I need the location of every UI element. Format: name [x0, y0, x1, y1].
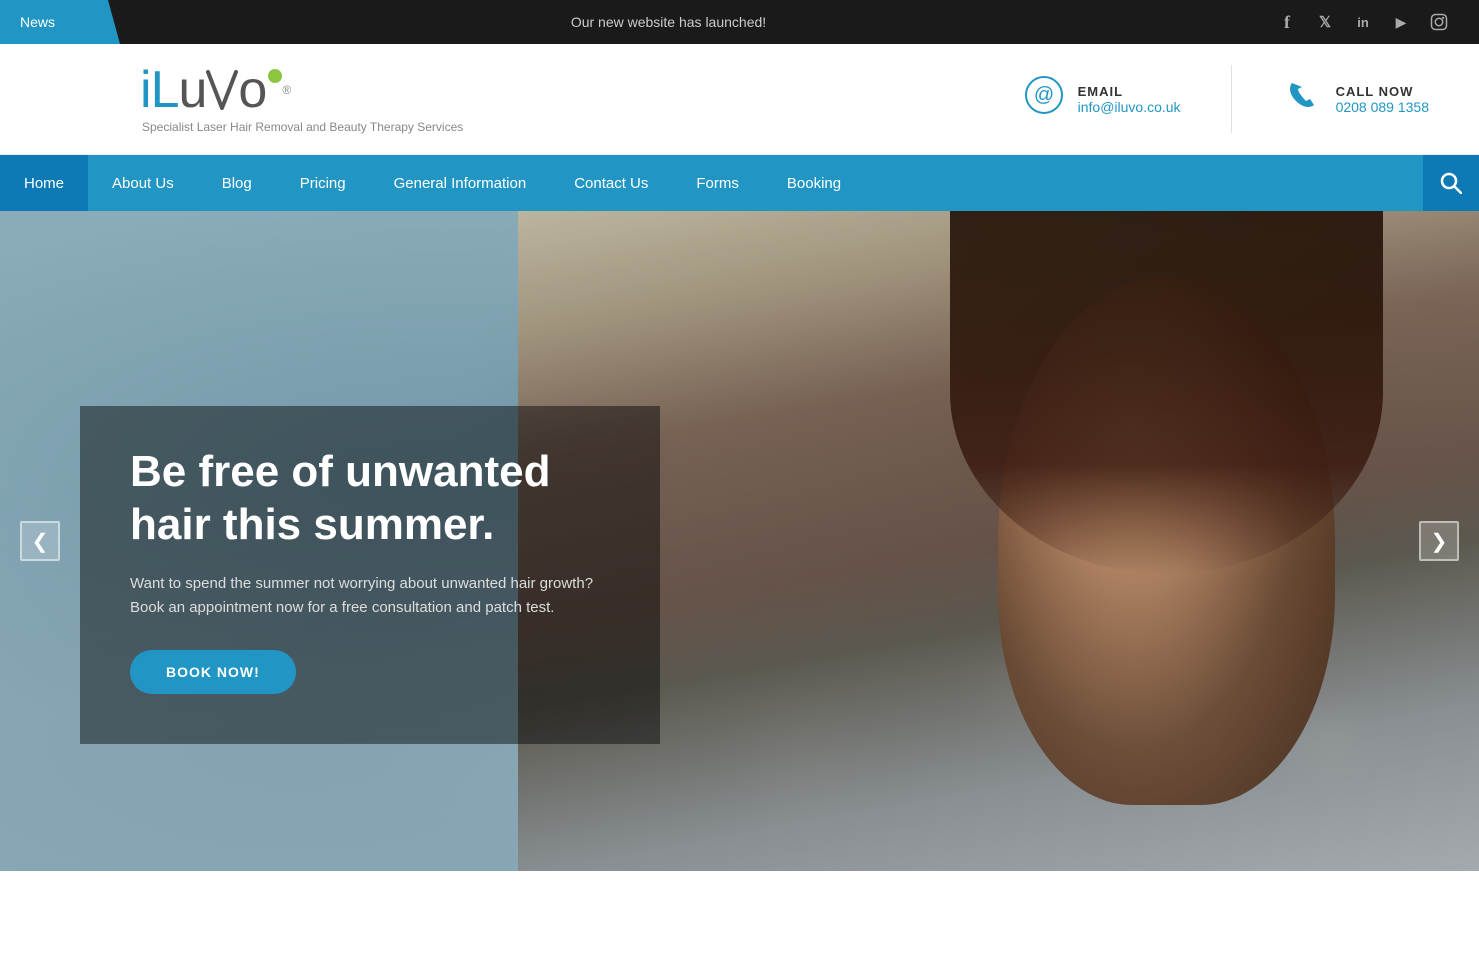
- book-now-button[interactable]: BOOK NOW!: [130, 650, 296, 694]
- logo[interactable]: i L u o ®: [140, 64, 974, 116]
- contact-info: @ EMAIL info@iluvo.co.uk CALL NOW 0208 0…: [974, 65, 1479, 133]
- logo-letter-i: i: [140, 64, 151, 116]
- search-button[interactable]: [1423, 155, 1479, 211]
- facebook-icon[interactable]: f: [1277, 12, 1297, 32]
- phone-value[interactable]: 0208 089 1358: [1336, 99, 1429, 115]
- social-links: f 𝕏 in ▶: [1277, 12, 1479, 32]
- logo-tagline: Specialist Laser Hair Removal and Beauty…: [140, 120, 974, 134]
- nav-blog[interactable]: Blog: [198, 155, 276, 211]
- phone-label: CALL NOW: [1336, 84, 1429, 99]
- phone-icon: [1282, 75, 1322, 123]
- linkedin-icon[interactable]: in: [1353, 12, 1373, 32]
- logo-registered: ®: [282, 84, 290, 96]
- announcement-text: Our new website has launched!: [60, 14, 1277, 30]
- nav-booking[interactable]: Booking: [763, 155, 865, 211]
- hero-section: Be free of unwanted hair this summer. Wa…: [0, 211, 1479, 871]
- news-tab[interactable]: News: [0, 0, 120, 44]
- nav-about-us[interactable]: About Us: [88, 155, 198, 211]
- site-header: i L u o ® Specialist Laser Hair Removal …: [0, 44, 1479, 155]
- phone-contact: CALL NOW 0208 089 1358: [1232, 65, 1479, 133]
- news-label: News: [20, 14, 55, 30]
- hero-title: Be free of unwanted hair this summer.: [130, 446, 610, 552]
- email-contact: @ EMAIL info@iluvo.co.uk: [974, 65, 1232, 133]
- logo-dot: [268, 69, 282, 83]
- hero-person-area: [518, 211, 1479, 871]
- top-bar: News Our new website has launched! f 𝕏 i…: [0, 0, 1479, 44]
- hero-next-button[interactable]: ❯: [1419, 521, 1459, 561]
- nav-pricing[interactable]: Pricing: [276, 155, 370, 211]
- hero-content-box: Be free of unwanted hair this summer. Wa…: [80, 406, 660, 744]
- hero-subtitle: Want to spend the summer not worrying ab…: [130, 572, 610, 620]
- nav-contact-us[interactable]: Contact Us: [550, 155, 672, 211]
- hero-prev-button[interactable]: ❮: [20, 521, 60, 561]
- nav-general-information[interactable]: General Information: [370, 155, 551, 211]
- nav-forms[interactable]: Forms: [672, 155, 763, 211]
- logo-letter-u: u: [178, 64, 206, 116]
- svg-text:@: @: [1033, 84, 1053, 106]
- email-icon: @: [1024, 75, 1064, 123]
- instagram-icon[interactable]: [1429, 12, 1449, 32]
- email-label: EMAIL: [1078, 84, 1181, 99]
- logo-letter-v: [206, 64, 238, 116]
- youtube-icon[interactable]: ▶: [1391, 12, 1411, 32]
- main-navigation: Home About Us Blog Pricing General Infor…: [0, 155, 1479, 211]
- logo-letter-L: L: [151, 64, 179, 116]
- email-value[interactable]: info@iluvo.co.uk: [1078, 99, 1181, 115]
- logo-letter-o: o: [238, 64, 266, 116]
- nav-home[interactable]: Home: [0, 155, 88, 211]
- twitter-icon[interactable]: 𝕏: [1315, 12, 1335, 32]
- logo-area: i L u o ® Specialist Laser Hair Removal …: [0, 64, 974, 134]
